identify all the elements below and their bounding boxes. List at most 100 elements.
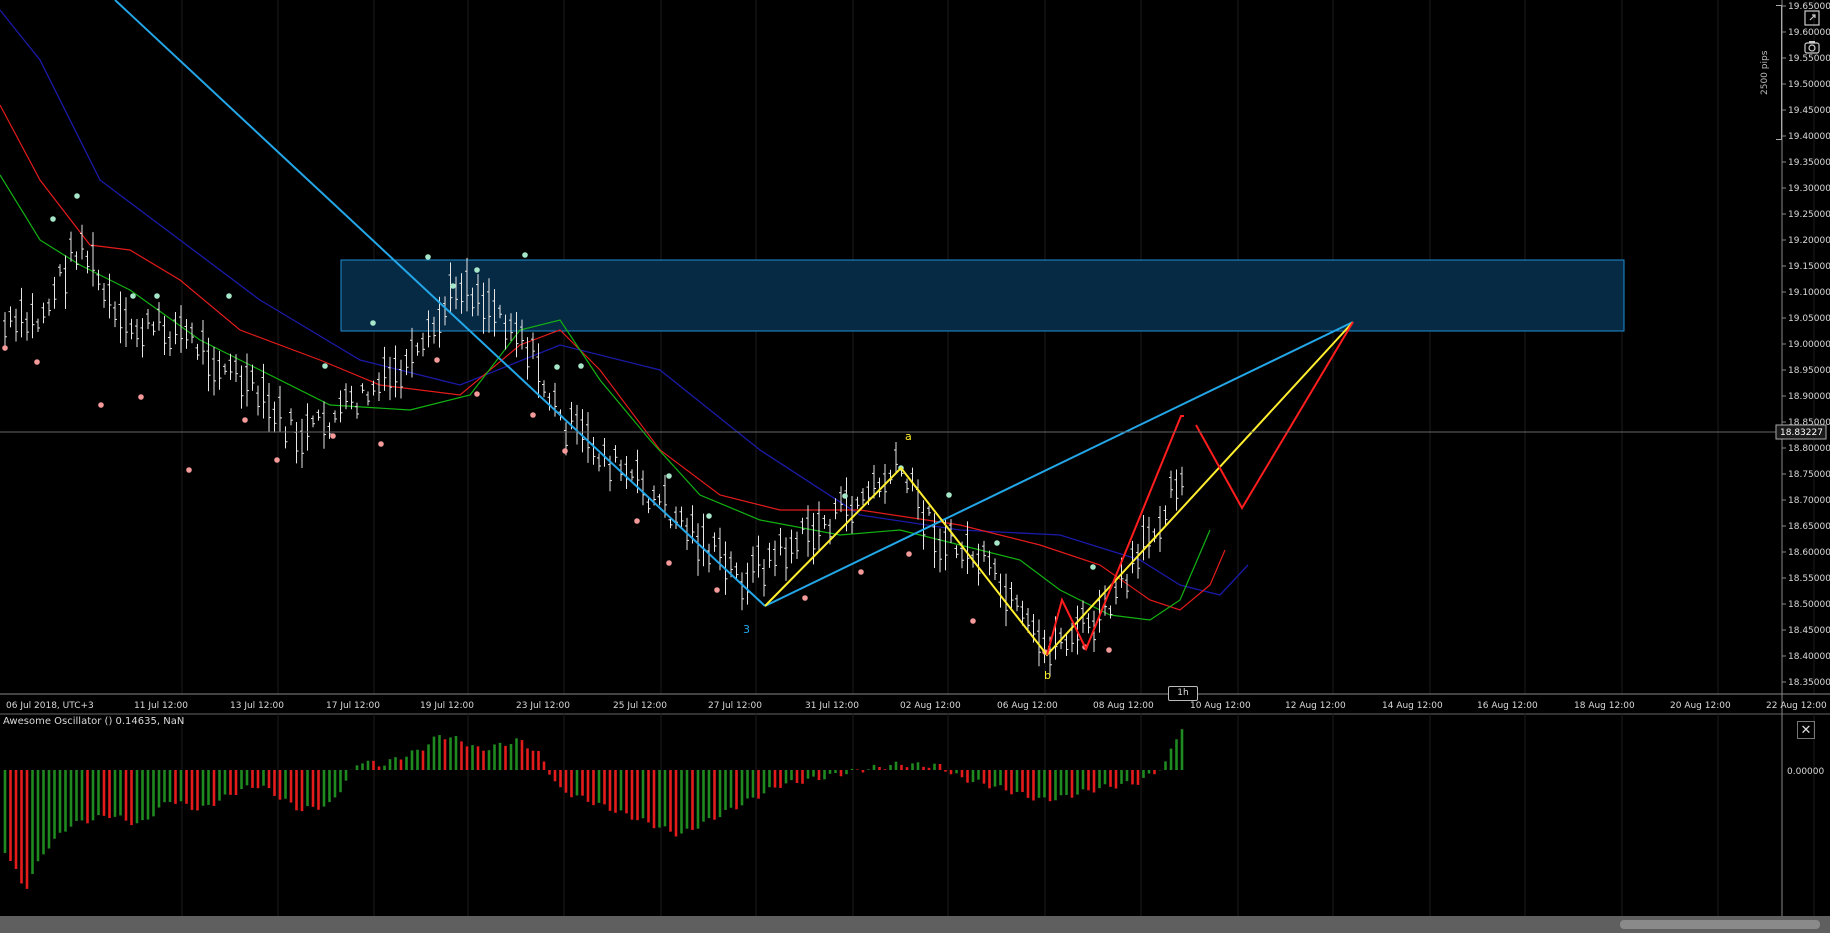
price-axis[interactable]: 19.6500019.6000019.5500019.5000019.45000… xyxy=(1782,2,1830,688)
fractal-up-dot xyxy=(370,320,376,326)
price-label: 19.55000 xyxy=(1788,54,1830,64)
pips-ruler xyxy=(1776,5,1782,140)
price-label: 18.45000 xyxy=(1788,626,1830,636)
time-label: 12 Aug 12:00 xyxy=(1285,701,1346,711)
scrollbar-thumb[interactable] xyxy=(1620,920,1820,929)
oscillator-zero-label: 0.00000 xyxy=(1787,767,1824,777)
time-label: 17 Jul 12:00 xyxy=(326,701,380,711)
fractal-down-dot xyxy=(34,359,40,365)
fractal-down-dot xyxy=(1106,647,1112,653)
price-label: 19.15000 xyxy=(1788,262,1830,272)
pips-label: 2500 pips xyxy=(1760,50,1770,95)
fractal-down-dot xyxy=(634,518,640,524)
price-label: 19.10000 xyxy=(1788,288,1830,298)
price-label: 18.75000 xyxy=(1788,470,1830,480)
fractal-up-dot xyxy=(554,364,560,370)
fractal-down-dot xyxy=(186,467,192,473)
fractal-down-dot xyxy=(242,417,248,423)
fractal-up-dot xyxy=(474,267,480,273)
time-label: 10 Aug 12:00 xyxy=(1190,701,1251,711)
price-label: 19.45000 xyxy=(1788,106,1830,116)
fractal-down-dot xyxy=(666,560,672,566)
fractal-down-dot xyxy=(802,595,808,601)
fractal-up-dot xyxy=(842,493,848,499)
time-label: 06 Jul 2018, UTC+3 xyxy=(6,701,94,711)
time-label: 02 Aug 12:00 xyxy=(900,701,961,711)
fractal-up-dot xyxy=(578,363,584,369)
oscillator-grid xyxy=(181,713,1815,916)
price-label: 19.20000 xyxy=(1788,236,1830,246)
expand-icon[interactable] xyxy=(1804,10,1820,26)
time-label: 23 Jul 12:00 xyxy=(516,701,570,711)
price-label: 18.95000 xyxy=(1788,366,1830,376)
price-label: 18.65000 xyxy=(1788,522,1830,532)
fractal-down-dot xyxy=(906,551,912,557)
wave-label-b: b xyxy=(1044,669,1051,682)
fractal-down-dot xyxy=(274,457,280,463)
time-label: 22 Aug 12:00 xyxy=(1766,701,1827,711)
price-label: 18.70000 xyxy=(1788,496,1830,506)
fractal-up-dot xyxy=(322,363,328,369)
fractal-down-dot xyxy=(970,618,976,624)
current-price-value: 18.83227 xyxy=(1780,428,1823,438)
price-label: 18.40000 xyxy=(1788,652,1830,662)
time-label: 06 Aug 12:00 xyxy=(997,701,1058,711)
time-label: 27 Jul 12:00 xyxy=(708,701,762,711)
price-label: 19.00000 xyxy=(1788,340,1830,350)
awesome-oscillator-panel[interactable]: 0.00000 xyxy=(0,713,1830,916)
time-label: 14 Aug 12:00 xyxy=(1382,701,1443,711)
fractal-up-dot xyxy=(1090,564,1096,570)
fractal-down-dot xyxy=(378,441,384,447)
time-label: 08 Aug 12:00 xyxy=(1093,701,1154,711)
fractal-down-dot xyxy=(98,402,104,408)
fractal-up-dot xyxy=(425,254,431,260)
fractal-up-dot xyxy=(994,540,1000,546)
fractal-down-dot xyxy=(434,357,440,363)
price-label: 19.30000 xyxy=(1788,184,1830,194)
fractal-down-dot xyxy=(858,569,864,575)
price-label: 19.25000 xyxy=(1788,210,1830,220)
fractal-down-dot xyxy=(714,587,720,593)
time-label: 11 Jul 12:00 xyxy=(134,701,188,711)
price-chart[interactable]: 3 a b 19.6500019.6000019.5500019.5000019… xyxy=(0,0,1830,713)
price-label: 19.05000 xyxy=(1788,314,1830,324)
camera-icon[interactable] xyxy=(1804,40,1820,54)
fractal-down-dot xyxy=(474,391,480,397)
fractal-up-dot xyxy=(226,293,232,299)
fractal-up-dot xyxy=(50,216,56,222)
projection-red[interactable] xyxy=(1046,415,1184,656)
fractal-up-dot xyxy=(130,293,136,299)
price-label: 19.35000 xyxy=(1788,158,1830,168)
price-label: 19.60000 xyxy=(1788,28,1830,38)
time-label: 18 Aug 12:00 xyxy=(1574,701,1635,711)
price-label: 18.60000 xyxy=(1788,548,1830,558)
fractal-up-dot xyxy=(154,293,160,299)
resistance-zone[interactable] xyxy=(340,259,1625,332)
fractal-down-dot xyxy=(138,394,144,400)
price-label: 19.50000 xyxy=(1788,80,1830,90)
time-label: 25 Jul 12:00 xyxy=(613,701,667,711)
fractal-down-dot xyxy=(2,345,8,351)
horizontal-scrollbar[interactable] xyxy=(0,916,1830,933)
time-label: 20 Aug 12:00 xyxy=(1670,701,1731,711)
fractal-up-dot xyxy=(522,252,528,258)
grid-lines xyxy=(181,0,1815,694)
projection-red-2[interactable] xyxy=(1195,321,1354,511)
price-label: 18.90000 xyxy=(1788,392,1830,402)
close-icon[interactable]: ✕ xyxy=(1797,721,1815,739)
price-label: 18.35000 xyxy=(1788,678,1830,688)
fractal-down-dot xyxy=(562,448,568,454)
time-axis[interactable]: 06 Jul 2018, UTC+3 11 Jul 12:00 13 Jul 12:… xyxy=(6,701,1827,711)
fractal-up-dot xyxy=(450,283,456,289)
time-label: 31 Jul 12:00 xyxy=(805,701,859,711)
time-label: 16 Aug 12:00 xyxy=(1477,701,1538,711)
timeframe-badge[interactable]: 1h xyxy=(1168,686,1198,701)
time-label: 13 Jul 12:00 xyxy=(230,701,284,711)
fractal-up-dot xyxy=(706,513,712,519)
time-label: 19 Jul 12:00 xyxy=(420,701,474,711)
price-label: 19.40000 xyxy=(1788,132,1830,142)
price-label: 18.80000 xyxy=(1788,444,1830,454)
fractal-up-dot xyxy=(74,193,80,199)
price-label: 18.55000 xyxy=(1788,574,1830,584)
fractal-up-dot xyxy=(666,473,672,479)
